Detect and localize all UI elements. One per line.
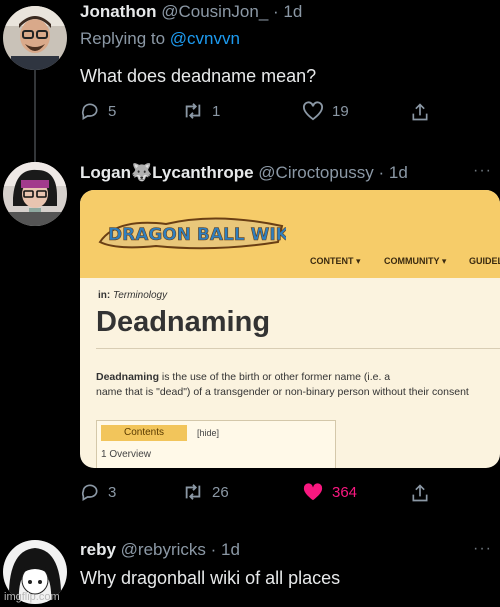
body-line-1: is the use of the birth or other former …: [159, 371, 391, 383]
like-count: 364: [332, 483, 358, 501]
table-of-contents: Contents [hide] 1 Overview: [96, 420, 336, 468]
author-name[interactable]: reby: [80, 540, 116, 559]
avatar[interactable]: [3, 6, 67, 70]
share-button[interactable]: [410, 482, 430, 504]
retweet-count: 26: [212, 483, 229, 501]
retweet-count: 1: [212, 102, 221, 120]
timestamp[interactable]: · 1d: [211, 540, 240, 559]
body-line-2: name that is "dead") of a transgender or…: [96, 386, 469, 398]
breadcrumb: in: Terminology: [98, 290, 167, 301]
nav-content[interactable]: CONTENT ▾: [310, 256, 361, 267]
breadcrumb-prefix: in:: [98, 290, 111, 301]
author-name[interactable]: Jonathon: [80, 2, 157, 21]
tweet-jonathon[interactable]: Jonathon @CousinJon_ · 1d Replying to @c…: [0, 0, 500, 150]
like-button[interactable]: 364: [302, 482, 357, 502]
replying-to: Replying to @cvnvvn: [80, 29, 240, 49]
retweet-button[interactable]: 1: [182, 101, 220, 121]
article-intro: Deadnaming is the use of the birth or ot…: [96, 370, 500, 400]
like-count: 19: [332, 102, 349, 120]
more-options-icon[interactable]: ···: [473, 162, 492, 180]
reply-button[interactable]: 3: [80, 482, 116, 502]
tweet-actions: 5 1 19: [80, 101, 440, 125]
toc-item[interactable]: 1 Overview: [101, 449, 151, 460]
retweet-icon: [185, 484, 201, 500]
reply-icon: [81, 103, 98, 120]
nav-guidelines[interactable]: GUIDEL: [469, 256, 500, 266]
retweet-icon: [185, 103, 201, 119]
logo-text: DRAGON BALL WIKI: [108, 225, 286, 245]
heart-filled-icon: [303, 483, 323, 501]
reply-count: 3: [108, 483, 117, 501]
reply-button[interactable]: 5: [80, 101, 116, 121]
reply-icon: [81, 484, 98, 501]
tweet-text: Why dragonball wiki of all places: [80, 568, 341, 588]
page-title: Deadnaming: [96, 306, 271, 338]
tweet-text: What does deadname mean?: [80, 66, 317, 86]
more-options-icon[interactable]: ···: [473, 540, 492, 558]
replying-to-handle[interactable]: @cvnvvn: [170, 29, 240, 48]
toc-heading: Contents: [101, 425, 187, 441]
watermark: imgflip.com: [4, 591, 60, 603]
author-name[interactable]: Logan🐺Lycanthrope: [80, 163, 254, 182]
tweet-reby[interactable]: reby @rebyricks · 1d ··· Why dragonball …: [0, 530, 500, 607]
like-button[interactable]: 19: [302, 101, 349, 121]
retweet-button[interactable]: 26: [182, 482, 229, 502]
share-icon: [412, 103, 428, 121]
share-button[interactable]: [410, 101, 430, 123]
nav-community[interactable]: COMMUNITY ▾: [384, 256, 446, 267]
author-handle[interactable]: @rebyricks: [121, 540, 206, 559]
author-handle[interactable]: @CousinJon_: [161, 2, 268, 21]
avatar[interactable]: [3, 162, 67, 226]
toc-hide-link[interactable]: [hide]: [197, 428, 219, 438]
author-handle[interactable]: @Ciroctopussy: [258, 163, 374, 182]
reply-count: 5: [108, 102, 117, 120]
term-bold: Deadnaming: [96, 371, 160, 383]
tweet-actions: 3 26 364: [80, 482, 440, 506]
heart-outline-icon: [303, 101, 323, 121]
timestamp[interactable]: · 1d: [379, 163, 408, 182]
dragon-ball-wiki-logo: DRAGON BALL WIKI: [98, 217, 286, 250]
breadcrumb-category[interactable]: Terminology: [113, 290, 167, 301]
attached-image[interactable]: DRAGON BALL WIKI CONTENT ▾ COMMUNITY ▾ G…: [80, 190, 500, 468]
replying-prefix: Replying to: [80, 29, 166, 48]
share-icon: [412, 484, 428, 502]
title-divider: [96, 348, 500, 349]
timestamp[interactable]: · 1d: [273, 2, 302, 21]
